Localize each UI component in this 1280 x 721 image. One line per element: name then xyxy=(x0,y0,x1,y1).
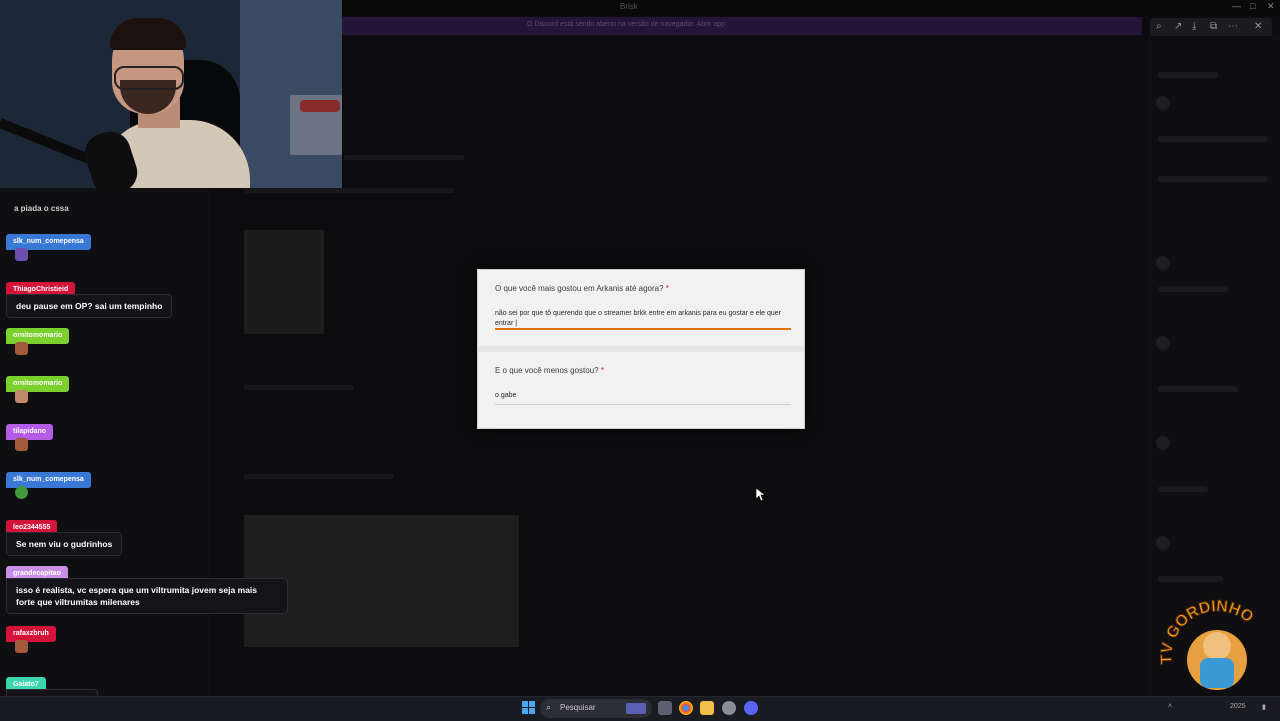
minimize-button[interactable]: — xyxy=(1232,1,1241,11)
chat-message: leo2344555 Se nem viu o gudrinhos xyxy=(6,516,123,556)
chat-emote xyxy=(15,390,28,403)
answer-2-underline xyxy=(495,404,791,405)
avatar xyxy=(1156,536,1170,550)
widgets-icon[interactable] xyxy=(626,703,646,714)
share-icon[interactable]: ↗ xyxy=(1174,21,1182,32)
question-1-label: O que você mais gostou em Arkanis até ag… xyxy=(495,284,669,293)
answer-1-underline xyxy=(495,328,791,330)
member-row xyxy=(1158,136,1268,142)
member-row xyxy=(1158,486,1208,492)
dim-message xyxy=(244,385,354,390)
windows-taskbar: ⌕ Pesquisar 2025 ˄ ▮ xyxy=(0,696,1280,721)
dim-message xyxy=(244,188,454,193)
member-row xyxy=(1158,176,1268,182)
chat-username: tilapidano xyxy=(6,424,54,440)
shelf-object xyxy=(300,100,340,112)
chat-username: rafaxzbruh xyxy=(6,626,56,642)
required-asterisk: * xyxy=(665,284,669,293)
avatar xyxy=(1156,256,1170,270)
maximize-button[interactable]: □ xyxy=(1250,1,1255,11)
question-separator xyxy=(478,346,804,352)
chat-message: rafaxzbruh xyxy=(6,622,56,653)
dim-message xyxy=(244,474,394,479)
chat-message: slk_num_comepensa xyxy=(6,230,91,261)
chat-emote xyxy=(15,438,28,451)
files-icon[interactable] xyxy=(700,701,714,715)
chat-text: deu pause em OP? sai um tempinho xyxy=(6,294,173,318)
close-icon[interactable]: ✕ xyxy=(1254,21,1262,32)
dim-message xyxy=(344,155,464,160)
search-placeholder: Pesquisar xyxy=(560,703,596,712)
answer-2-field[interactable]: o gabe xyxy=(495,391,791,401)
chrome-icon[interactable] xyxy=(679,701,693,715)
search-icon: ⌕ xyxy=(546,702,552,712)
external-icon[interactable]: ⧉ xyxy=(1210,21,1217,32)
chat-message: Gaiato7 cabou one piece? xyxy=(6,673,98,713)
webcam-feed xyxy=(0,0,342,188)
member-row xyxy=(1158,386,1238,392)
avatar xyxy=(1156,336,1170,350)
form-screenshot: O que você mais gostou em Arkanis até ag… xyxy=(477,269,805,429)
member-list-dimmed xyxy=(1148,36,1280,696)
chat-stray-text: a piada o cssa xyxy=(14,204,69,213)
chat-emote xyxy=(15,486,28,499)
chat-emote xyxy=(15,640,28,653)
chat-text: isso é realista, vc espera que um viltru… xyxy=(6,578,288,614)
chat-emote xyxy=(15,342,28,355)
required-asterisk: * xyxy=(600,366,604,375)
settings-icon[interactable] xyxy=(722,701,736,715)
chat-text: Se nem viu o gudrinhos xyxy=(6,532,123,556)
dim-attachment-image xyxy=(244,230,324,334)
chat-message: ornitomomario xyxy=(6,372,70,403)
background-wall xyxy=(240,0,342,188)
answer-1-field[interactable]: não sei por que tô querendo que o stream… xyxy=(495,309,791,329)
download-icon[interactable]: ⤓ xyxy=(1192,21,1196,32)
chat-message: ThiagoChristieid deu pause em OP? sai um… xyxy=(6,278,173,318)
more-icon[interactable]: ⋯ xyxy=(1228,21,1238,32)
avatar xyxy=(1156,96,1170,110)
chat-emote xyxy=(15,248,28,261)
channel-list-dimmed xyxy=(0,188,210,696)
member-row xyxy=(1158,286,1228,292)
window-title: Brisk xyxy=(620,2,638,11)
avatar xyxy=(1156,436,1170,450)
chat-message: grandecapitao isso é realista, vc espera… xyxy=(6,562,288,614)
windows-icon[interactable] xyxy=(522,701,535,714)
discord-icon[interactable] xyxy=(744,701,758,715)
chat-message: ornitomomario xyxy=(6,324,70,355)
taskbar-search[interactable]: ⌕ Pesquisar xyxy=(540,699,652,718)
chat-message: tilapidano xyxy=(6,420,54,451)
banner-text[interactable]: O Discord está sendo aberto na versão de… xyxy=(527,21,725,28)
taskview-icon[interactable] xyxy=(658,701,672,715)
app-banner: O Discord está sendo aberto na versão de… xyxy=(342,17,1142,35)
member-row xyxy=(1158,72,1218,78)
channel-logo: TV GORDINHO xyxy=(1158,597,1275,716)
question-2-label: E o que você menos gostou? * xyxy=(495,366,604,375)
member-row xyxy=(1158,576,1223,582)
viewer-toolbar: ⌕ ↗ ⤓ ⧉ ⋯ ✕ xyxy=(1150,18,1272,38)
glasses xyxy=(114,66,184,90)
close-window-button[interactable]: ✕ xyxy=(1267,1,1275,12)
chat-message: slk_num_comepensa xyxy=(6,468,91,499)
streamer-hair xyxy=(110,18,186,50)
zoom-icon[interactable]: ⌕ xyxy=(1156,21,1162,32)
